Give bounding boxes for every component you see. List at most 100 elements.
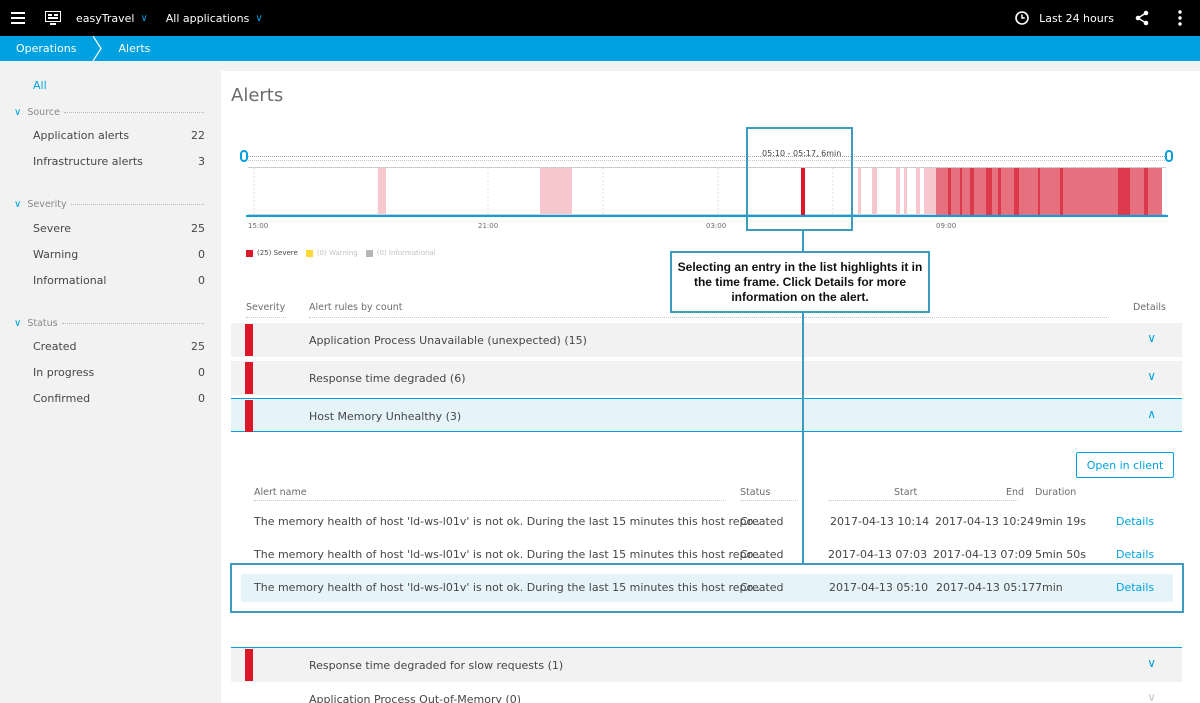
chevron-down-icon: ∨ xyxy=(14,318,22,329)
chevron-down-icon: ∨ xyxy=(140,12,148,24)
hamburger-menu-icon[interactable] xyxy=(0,0,36,36)
timeline-chart[interactable] xyxy=(248,164,1166,218)
filter-count: 0 xyxy=(198,392,205,405)
filter-all[interactable]: All xyxy=(33,79,47,92)
breadcrumb-separator-icon xyxy=(92,36,103,61)
filter-label: Infrastructure alerts xyxy=(33,155,143,168)
filter-count: 0 xyxy=(198,274,205,287)
alert-start: 2017-04-13 07:03 xyxy=(828,548,928,561)
open-in-client-button[interactable]: Open in client xyxy=(1076,452,1174,478)
chevron-down-icon[interactable]: ∨ xyxy=(1147,331,1156,345)
filter-label: Severe xyxy=(33,222,72,235)
legend-warning[interactable]: (0) Warning xyxy=(305,249,358,257)
timeline-tick: 03:00 xyxy=(706,222,727,230)
column-header-start: Start xyxy=(894,487,918,498)
details-link[interactable]: Details xyxy=(1116,548,1154,561)
group-title: Source xyxy=(27,107,60,118)
alert-rule-detail: Open in client Alert name Status Start E… xyxy=(231,435,1182,645)
filter-count: 0 xyxy=(198,366,205,379)
chevron-up-icon[interactable]: ∧ xyxy=(1147,407,1156,421)
alert-rule-row[interactable]: Application Process Out-of-Memory (0) ∨ xyxy=(231,685,1182,703)
filter-severe[interactable]: Severe 25 xyxy=(33,222,205,235)
dashboard-icon[interactable] xyxy=(36,0,70,36)
alert-rule-row[interactable]: Response time degraded (6) ∨ xyxy=(231,361,1182,395)
callout-annotation: Selecting an entry in the list highlight… xyxy=(670,251,930,313)
legend-label: (0) Informational xyxy=(376,249,436,257)
filter-warning[interactable]: Warning 0 xyxy=(33,248,205,261)
filter-count: 3 xyxy=(198,155,205,168)
timeframe-selector[interactable]: Last 24 hours xyxy=(1015,11,1114,25)
top-bar-right: Last 24 hours xyxy=(1015,0,1200,36)
breadcrumb-alerts[interactable]: Alerts xyxy=(102,36,166,61)
alert-rule-row-expanded[interactable]: Host Memory Unhealthy (3) ∧ xyxy=(231,398,1182,432)
breadcrumb-operations[interactable]: Operations xyxy=(0,36,92,61)
environment-label: easyTravel xyxy=(76,11,135,25)
filter-application-alerts[interactable]: Application alerts 22 xyxy=(33,129,205,142)
filter-infrastructure-alerts[interactable]: Infrastructure alerts 3 xyxy=(33,155,205,168)
alert-timeline[interactable]: 05:10 - 05:17, 6min 15:00 21:00 03:00 09… xyxy=(240,139,1175,259)
group-severity[interactable]: ∨ Severity xyxy=(14,199,204,210)
alert-status: Created xyxy=(740,548,784,561)
legend-label: (25) Severe xyxy=(257,249,298,257)
group-title: Severity xyxy=(27,199,67,210)
alert-rule-label: Response time degraded (6) xyxy=(309,372,466,385)
timeline-end-handle[interactable] xyxy=(1165,150,1173,162)
filter-label: Application alerts xyxy=(33,129,130,142)
details-link[interactable]: Details xyxy=(1116,515,1154,528)
column-header-rules: Alert rules by count xyxy=(309,302,403,313)
filter-informational[interactable]: Informational 0 xyxy=(33,274,205,287)
column-header-alert-name: Alert name xyxy=(254,487,307,498)
column-header-status: Status xyxy=(740,487,771,498)
column-header-details: Details xyxy=(1133,302,1166,313)
timeline-legend: (25) Severe (0) Warning (0) Informationa… xyxy=(246,249,444,257)
top-bar: easyTravel ∨ All applications ∨ Last 24 … xyxy=(0,0,1200,36)
alert-name: The memory health of host 'ld-ws-l01v' i… xyxy=(254,548,761,561)
alert-row[interactable]: The memory health of host 'ld-ws-l01v' i… xyxy=(231,508,1182,536)
alert-rule-label: Response time degraded for slow requests… xyxy=(309,659,564,672)
environment-selector[interactable]: easyTravel ∨ xyxy=(76,12,148,25)
share-icon[interactable] xyxy=(1130,10,1154,26)
alert-name: The memory health of host 'ld-ws-l01v' i… xyxy=(254,515,761,528)
filter-created[interactable]: Created 25 xyxy=(33,340,205,353)
filter-label: Warning xyxy=(33,248,79,261)
selected-row-highlight-box xyxy=(230,563,1184,613)
alert-rule-row[interactable]: Application Process Unavailable (unexpec… xyxy=(231,323,1182,357)
chevron-down-icon: ∨ xyxy=(255,12,263,24)
alert-end: 2017-04-13 10:24 xyxy=(935,515,1035,528)
alert-rule-label: Application Process Unavailable (unexpec… xyxy=(309,334,587,347)
group-title: Status xyxy=(27,318,58,329)
filter-confirmed[interactable]: Confirmed 0 xyxy=(33,392,205,405)
group-status[interactable]: ∨ Status xyxy=(14,318,204,329)
severity-indicator xyxy=(245,400,253,432)
filter-count: 22 xyxy=(191,129,205,142)
more-options-icon[interactable] xyxy=(1168,10,1192,26)
group-source[interactable]: ∨ Source xyxy=(14,107,204,118)
filter-count: 0 xyxy=(198,248,205,261)
alert-rule-row[interactable]: Response time degraded for slow requests… xyxy=(231,648,1182,682)
legend-informational[interactable]: (0) Informational xyxy=(365,249,436,257)
chevron-down-icon[interactable]: ∨ xyxy=(1147,690,1156,703)
filter-count: 25 xyxy=(191,340,205,353)
chevron-down-icon[interactable]: ∨ xyxy=(1147,656,1156,670)
timeframe-label: Last 24 hours xyxy=(1039,11,1114,25)
page-title: Alerts xyxy=(231,85,284,106)
callout-connector xyxy=(802,231,804,251)
chevron-down-icon[interactable]: ∨ xyxy=(1147,369,1156,383)
alert-start: 2017-04-13 10:14 xyxy=(830,515,930,528)
severity-indicator xyxy=(245,362,253,394)
filter-sidebar: All ∨ Source Application alerts 22 Infra… xyxy=(0,61,220,703)
application-filter[interactable]: All applications ∨ xyxy=(166,12,263,25)
legend-severe[interactable]: (25) Severe xyxy=(246,249,298,257)
alert-rule-label: Application Process Out-of-Memory (0) xyxy=(309,693,522,703)
filter-in-progress[interactable]: In progress 0 xyxy=(33,366,205,379)
timeline-highlight-box xyxy=(746,127,853,231)
chevron-down-icon: ∨ xyxy=(14,107,22,118)
timeline-tick: 15:00 xyxy=(248,222,269,230)
alert-duration: 9min 19s xyxy=(1035,515,1086,528)
legend-label: (0) Warning xyxy=(316,249,358,257)
timeline-start-handle[interactable] xyxy=(240,150,248,162)
legend-swatch xyxy=(365,249,373,257)
timeline-tick: 09:00 xyxy=(936,222,957,230)
application-filter-label: All applications xyxy=(165,11,250,25)
breadcrumb: Operations Alerts xyxy=(0,36,1200,61)
